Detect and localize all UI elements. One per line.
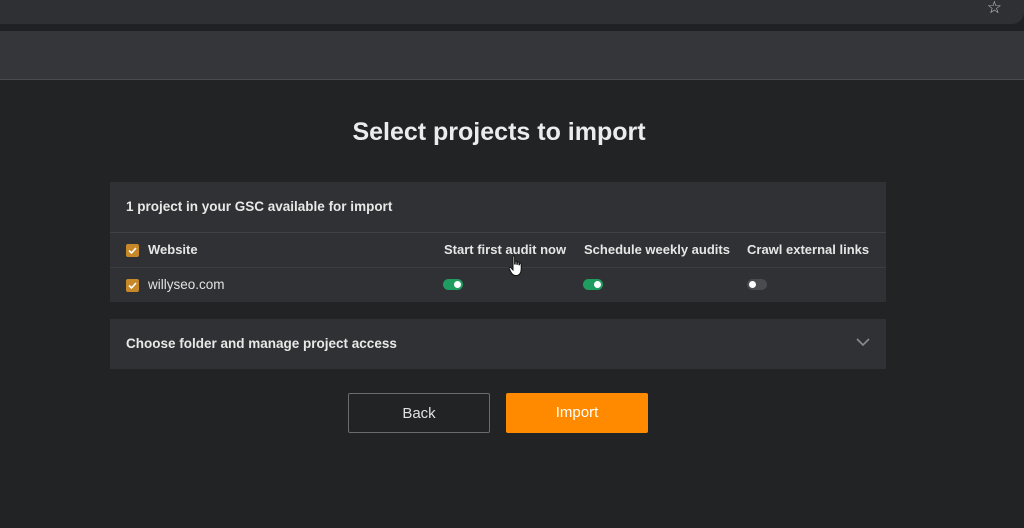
import-projects-card: 1 project in your GSC available for impo… bbox=[110, 182, 886, 302]
column-header-website: Website bbox=[148, 242, 198, 257]
table-row: willyseo.com bbox=[110, 268, 886, 302]
crawl-external-toggle[interactable] bbox=[747, 279, 767, 290]
star-icon[interactable]: ☆ bbox=[987, 0, 1002, 16]
back-button[interactable]: Back bbox=[348, 393, 490, 433]
column-header-start-audit: Start first audit now bbox=[444, 242, 567, 257]
project-site: willyseo.com bbox=[148, 277, 225, 292]
address-bar[interactable] bbox=[0, 0, 1024, 24]
page-title: Select projects to import bbox=[352, 118, 646, 146]
schedule-audits-toggle[interactable] bbox=[583, 279, 603, 290]
project-checkbox[interactable] bbox=[126, 279, 139, 292]
check-icon bbox=[128, 282, 137, 290]
import-card-header: 1 project in your GSC available for impo… bbox=[110, 182, 886, 233]
check-icon bbox=[128, 247, 137, 255]
app-top-bar bbox=[0, 31, 1024, 80]
import-page: Select projects to import 1 project in y… bbox=[0, 80, 1024, 528]
select-all-checkbox[interactable] bbox=[126, 244, 139, 257]
hand-cursor-icon bbox=[508, 255, 522, 276]
browser-toolbar: ☆ bbox=[0, 0, 1024, 30]
column-header-schedule: Schedule weekly audits bbox=[584, 242, 730, 257]
table-header-row: Website Start first audit now Schedule w… bbox=[110, 233, 886, 268]
import-button[interactable]: Import bbox=[506, 393, 648, 433]
column-header-crawl: Crawl external links bbox=[747, 242, 870, 257]
folder-access-label: Choose folder and manage project access bbox=[126, 336, 397, 351]
folder-access-accordion[interactable]: Choose folder and manage project access bbox=[110, 319, 886, 369]
chevron-down-icon bbox=[856, 338, 870, 347]
start-audit-toggle[interactable] bbox=[443, 279, 463, 290]
